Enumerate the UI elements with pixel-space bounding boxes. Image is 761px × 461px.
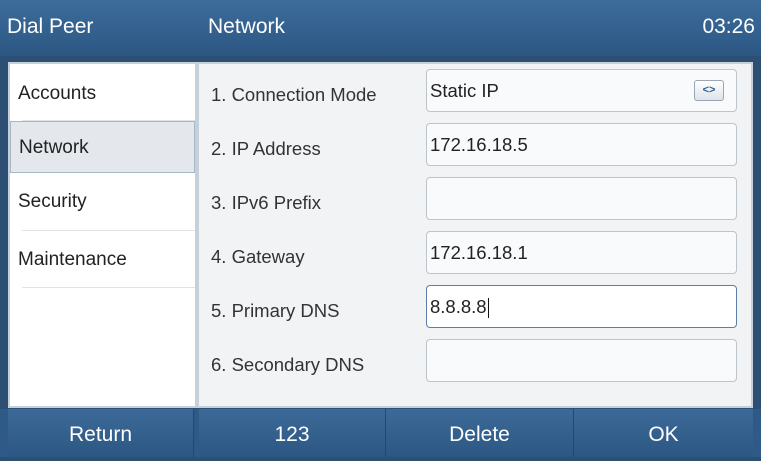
status-bar: Dial Peer Network 03:26 [0,0,761,56]
switch-icon[interactable]: <> [694,80,724,101]
sidebar: Accounts Network Security Maintenance [10,64,195,406]
sidebar-item-accounts[interactable]: Accounts [10,68,195,120]
primary-dns-label: 5. Primary DNS [211,300,340,321]
ip-address-field[interactable]: 172.16.18.5 [426,123,737,166]
settings-panel: 1. Connection Mode Static IP <> 2. IP Ad… [199,64,751,406]
clock: 03:26 [702,15,755,38]
divider [22,287,195,288]
sidebar-item-network[interactable]: Network [10,121,195,173]
text-cursor [487,298,490,319]
secondary-dns-field[interactable] [426,339,737,382]
delete-button[interactable]: Delete [386,409,574,457]
sidebar-item-maintenance[interactable]: Maintenance [10,234,195,286]
return-button[interactable]: Return [8,409,194,457]
connection-mode-value: Static IP [430,80,499,101]
page-title: Dial Peer [7,15,94,38]
ip-address-label: 2. IP Address [211,138,321,159]
section-title: Network [208,15,286,38]
primary-dns-field[interactable]: 8.8.8.8 [426,285,737,328]
primary-dns-value: 8.8.8.8 [430,296,487,317]
ok-button[interactable]: OK [574,409,753,457]
input-mode-button[interactable]: 123 [199,409,386,457]
secondary-dns-label: 6. Secondary DNS [211,354,365,375]
ipv6-prefix-field[interactable] [426,177,737,220]
softkey-bar: Return 123 Delete OK [0,409,761,457]
sidebar-item-security[interactable]: Security [10,176,195,228]
divider [22,230,195,231]
connection-mode-select[interactable]: Static IP <> [426,69,737,112]
gateway-label: 4. Gateway [211,246,305,267]
gateway-field[interactable]: 172.16.18.1 [426,231,737,274]
connection-mode-label: 1. Connection Mode [211,84,377,105]
ipv6-prefix-label: 3. IPv6 Prefix [211,192,322,213]
